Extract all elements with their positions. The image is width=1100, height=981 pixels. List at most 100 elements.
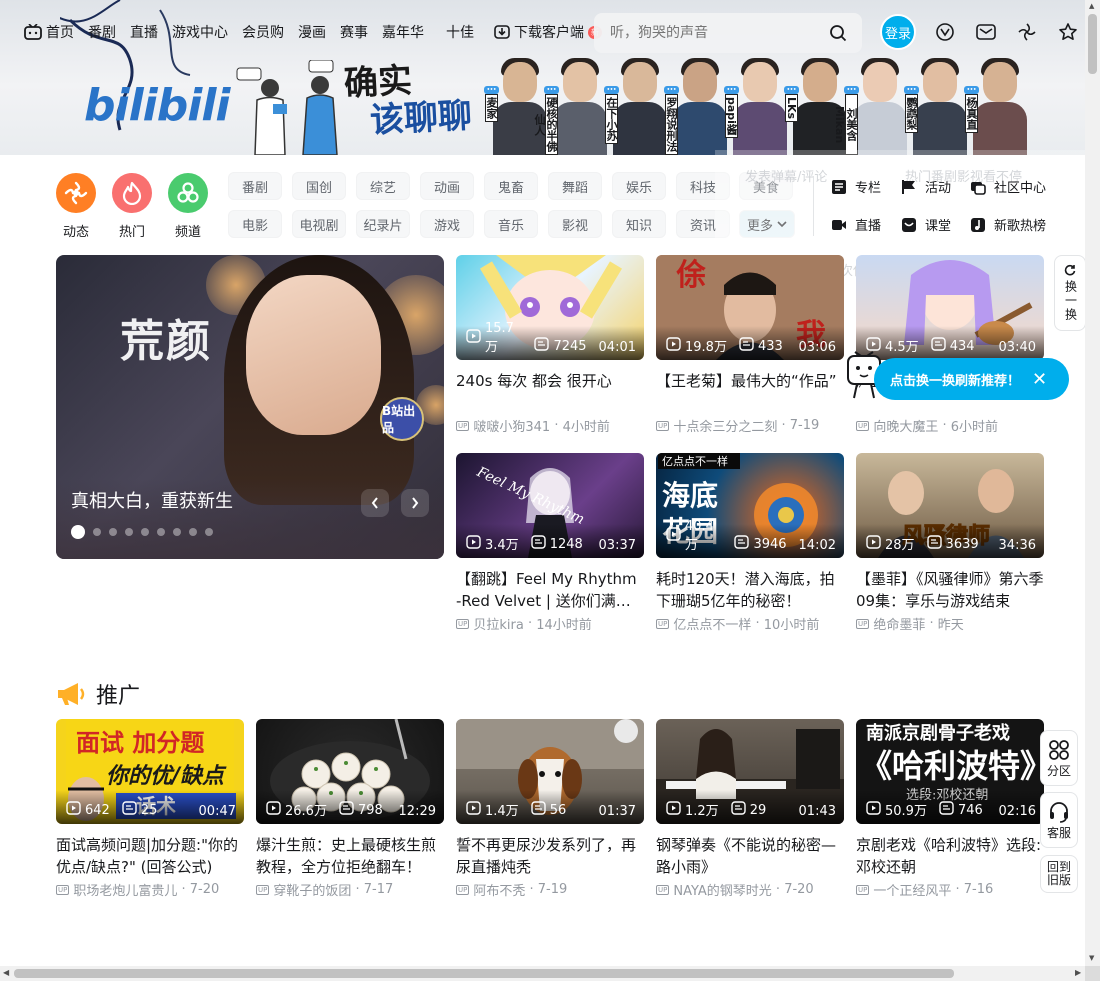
video-meta[interactable]: UP 阿布不秃 · 7-19 bbox=[456, 880, 644, 899]
nav-top-ten[interactable]: 十佳 bbox=[446, 22, 474, 42]
horizontal-scroll-thumb[interactable] bbox=[14, 969, 954, 978]
login-button[interactable]: 登录 bbox=[880, 14, 916, 50]
channel-pill[interactable]: 鬼畜 bbox=[484, 172, 538, 200]
carousel-prev-button[interactable] bbox=[361, 489, 389, 517]
channel-pill[interactable]: 电影 bbox=[228, 210, 282, 238]
vertical-scrollbar[interactable]: ▲ ▼ bbox=[1085, 0, 1100, 966]
dynamic-wind-icon[interactable] bbox=[1015, 20, 1039, 44]
video-meta[interactable]: UP 一个正经风平 · 7-16 bbox=[856, 880, 1044, 899]
video-card[interactable]: 亿点点不一样海底花园40.4万394614:02 耗时120天！潜入海底，拍下珊瑚… bbox=[656, 453, 844, 633]
video-thumbnail[interactable]: 1.4万 56 01:37 bbox=[456, 719, 644, 824]
channel-channels[interactable]: 频道 bbox=[168, 173, 208, 240]
message-icon[interactable] bbox=[974, 20, 998, 44]
nav-manga[interactable]: 漫画 bbox=[298, 22, 326, 42]
channel-pill[interactable]: 国创 bbox=[292, 172, 346, 200]
close-icon[interactable]: ✕ bbox=[1032, 369, 1047, 390]
video-meta[interactable]: UP 向晚大魔王 · 6小时前 bbox=[856, 416, 1044, 435]
video-title[interactable]: 面试高频问题|加分题:"你的优点/缺点?" (回答公式) bbox=[56, 834, 244, 878]
video-thumbnail[interactable]: 亿点点不一样海底花园40.4万394614:02 bbox=[656, 453, 844, 558]
partition-float-button[interactable]: 分区 bbox=[1040, 730, 1078, 786]
video-thumbnail[interactable]: 南派京剧骨子老戏《哈利波特》选段:邓校还朝50.9万74602:16 bbox=[856, 719, 1044, 824]
nav-carnival[interactable]: 嘉年华 bbox=[382, 22, 424, 42]
video-title[interactable]: 【墨菲】《风骚律师》第六季 09集：享乐与游戏结束 bbox=[856, 568, 1044, 612]
channel-pill[interactable]: 科技 bbox=[676, 172, 730, 200]
channel-dynamic[interactable]: 动态 bbox=[56, 173, 96, 240]
video-card[interactable]: 26.6万 798 12:29 爆汁生煎：史上最硬核生煎教程，全方位拒绝翻车！ UP 穿靴… bbox=[256, 719, 444, 899]
channel-pill[interactable]: 影视 bbox=[548, 210, 602, 238]
video-thumbnail[interactable]: 26.6万 798 12:29 bbox=[256, 719, 444, 824]
video-title[interactable]: 耗时120天！潜入海底，拍下珊瑚5亿年的秘密！ bbox=[656, 568, 844, 612]
vip-icon[interactable] bbox=[933, 20, 957, 44]
video-card[interactable]: 南派京剧骨子老戏《哈利波特》选段:邓校还朝50.9万74602:16 京剧老戏《哈… bbox=[856, 719, 1044, 899]
video-thumbnail[interactable]: 风骚律师28万363934:36 bbox=[856, 453, 1044, 558]
video-meta[interactable]: UP 贝拉kira · 14小时前 bbox=[456, 614, 644, 633]
video-thumbnail[interactable]: 15.7万 7245 04:01 bbox=[456, 255, 644, 360]
video-meta[interactable]: UP 绝命墨菲 · 昨天 bbox=[856, 614, 1044, 633]
nav-download-client[interactable]: 下载客户端 新 bbox=[494, 22, 602, 42]
channel-pill[interactable]: 资讯 bbox=[676, 210, 730, 238]
video-meta[interactable]: UP 职场老炮儿富贵儿 · 7-20 bbox=[56, 880, 244, 899]
search-button[interactable] bbox=[826, 21, 850, 45]
nav-vip-shop[interactable]: 会员购 bbox=[242, 22, 284, 42]
carousel-dot[interactable] bbox=[141, 528, 149, 536]
nav-events[interactable]: 赛事 bbox=[340, 22, 368, 42]
channel-pill[interactable]: 番剧 bbox=[228, 172, 282, 200]
vertical-scroll-thumb[interactable] bbox=[1088, 14, 1097, 74]
video-meta[interactable]: UP NAYA的钢琴时光 · 7-20 bbox=[656, 880, 844, 899]
channel-pill[interactable]: 综艺 bbox=[356, 172, 410, 200]
carousel-dot[interactable] bbox=[205, 528, 213, 536]
more-channels-button[interactable]: 更多 bbox=[739, 210, 795, 238]
channel-hot[interactable]: 热门 bbox=[112, 173, 152, 240]
channel-pill[interactable]: 电视剧 bbox=[292, 210, 346, 238]
video-thumbnail[interactable]: 1.2万 29 01:43 bbox=[656, 719, 844, 824]
channel-pill[interactable]: 娱乐 bbox=[612, 172, 666, 200]
carousel-dot[interactable] bbox=[71, 525, 85, 539]
video-thumbnail[interactable]: 面试 加分题你的优/缺点话术6422500:47 bbox=[56, 719, 244, 824]
video-card[interactable]: 1.4万 56 01:37 誓不再更尿沙发系列了，再尿直播炖秃 UP 阿布不秃 · 7-1… bbox=[456, 719, 644, 899]
side-link-column[interactable]: 专栏 bbox=[831, 177, 881, 196]
nav-live[interactable]: 直播 bbox=[130, 22, 158, 42]
video-title[interactable]: 【王老菊】最伟大的“作品” bbox=[656, 370, 844, 414]
customer-service-float-button[interactable]: 客服 bbox=[1040, 792, 1078, 848]
channel-pill[interactable]: 动画 bbox=[420, 172, 474, 200]
video-title[interactable]: 誓不再更尿沙发系列了，再尿直播炖秃 bbox=[456, 834, 644, 878]
scroll-right-arrow-icon[interactable]: ▶ bbox=[1075, 968, 1081, 977]
video-meta[interactable]: UP 十点余三分之二刻 · 7-19 bbox=[656, 416, 844, 435]
carousel-dot[interactable] bbox=[173, 528, 181, 536]
carousel-caption[interactable]: 真相大白，重获新生 bbox=[71, 487, 233, 513]
side-link-community[interactable]: 社区中心 bbox=[970, 177, 1046, 196]
video-meta[interactable]: UP 啵啵小狗341 · 4小时前 bbox=[456, 416, 644, 435]
side-link-classroom[interactable]: 课堂 bbox=[901, 215, 951, 234]
nav-home[interactable]: 首页 bbox=[24, 22, 74, 42]
side-link-live[interactable]: 直播 bbox=[831, 215, 881, 234]
video-meta[interactable]: UP 穿靴子的饭团 · 7-17 bbox=[256, 880, 444, 899]
side-link-new-songs[interactable]: 新歌热榜 bbox=[970, 215, 1046, 234]
side-link-activity[interactable]: 活动 bbox=[901, 177, 951, 196]
video-card[interactable]: 4.5万43403:40》直播首唱~UP向晚大魔王 · 6小时前 bbox=[856, 255, 1044, 435]
video-card[interactable]: 面试 加分题你的优/缺点话术6422500:47 面试高频问题|加分题:"你的优点… bbox=[56, 719, 244, 899]
video-thumbnail[interactable]: Feel My Rhythm 3.4万 1248 03:37 bbox=[456, 453, 644, 558]
channel-pill[interactable]: 游戏 bbox=[420, 210, 474, 238]
video-title[interactable]: 京剧老戏《哈利波特》选段:邓校还朝 bbox=[856, 834, 1044, 878]
video-title[interactable]: 爆汁生煎：史上最硬核生煎教程，全方位拒绝翻车！ bbox=[256, 834, 444, 878]
favorite-star-icon[interactable] bbox=[1056, 20, 1080, 44]
video-thumbnail[interactable]: 俆我19.8万43303:06 bbox=[656, 255, 844, 360]
video-title[interactable]: 240s 每次 都会 很开心 bbox=[456, 370, 644, 414]
carousel-dot[interactable] bbox=[109, 528, 117, 536]
video-card[interactable]: 1.2万 29 01:43 钢琴弹奏《不能说的秘密—路小雨》 UP NAYA的钢琴时光 ·… bbox=[656, 719, 844, 899]
carousel-dot[interactable] bbox=[93, 528, 101, 536]
carousel-dot[interactable] bbox=[189, 528, 197, 536]
channel-pill[interactable]: 音乐 bbox=[484, 210, 538, 238]
channel-pill[interactable]: 纪录片 bbox=[356, 210, 410, 238]
video-title[interactable]: 【翻跳】Feel My Rhythm -Red Velvet | 送你们满满的 bbox=[456, 568, 644, 612]
horizontal-scrollbar[interactable]: ◀ ▶ bbox=[0, 966, 1085, 981]
bilibili-logo[interactable]: bilibili bbox=[84, 80, 230, 131]
refresh-button[interactable]: 换一换 bbox=[1054, 255, 1086, 331]
channel-pill[interactable]: 舞蹈 bbox=[548, 172, 602, 200]
carousel-dot[interactable] bbox=[157, 528, 165, 536]
video-title[interactable]: 钢琴弹奏《不能说的秘密—路小雨》 bbox=[656, 834, 844, 878]
video-card[interactable]: 15.7万 7245 04:01 240s 每次 都会 很开心 UP 啵啵小狗341 · … bbox=[456, 255, 644, 435]
scroll-left-arrow-icon[interactable]: ◀ bbox=[3, 968, 9, 977]
carousel-dot[interactable] bbox=[125, 528, 133, 536]
video-card[interactable]: 俆我19.8万43303:06 【王老菊】最伟大的“作品” UP十点余三分之二刻 ·… bbox=[656, 255, 844, 435]
